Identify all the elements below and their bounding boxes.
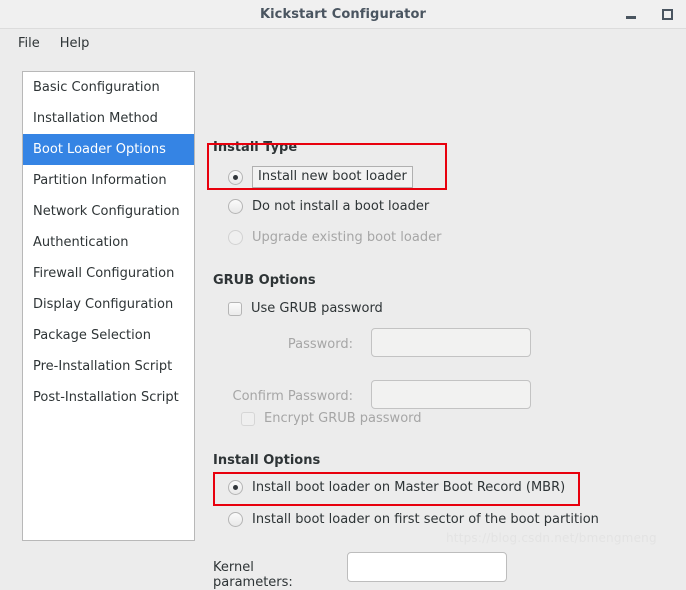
sidebar-item-post-installation-script[interactable]: Post-Installation Script	[23, 382, 194, 413]
radio-install-on-first-sector[interactable]: Install boot loader on first sector of t…	[228, 512, 599, 527]
maximize-button[interactable]	[658, 5, 676, 23]
password-field	[371, 328, 531, 357]
sidebar-item-display-configuration[interactable]: Display Configuration	[23, 289, 194, 320]
sidebar-item-boot-loader-options[interactable]: Boot Loader Options	[23, 134, 194, 165]
content-area: Basic Configuration Installation Method …	[0, 58, 686, 590]
radio-icon-unselected	[228, 512, 243, 527]
checkbox-icon-unchecked	[228, 301, 242, 316]
radio-install-new-boot-loader[interactable]: Install new boot loader	[228, 166, 413, 188]
radio-icon-selected	[228, 169, 243, 185]
minimize-button[interactable]	[622, 5, 640, 23]
kernel-parameters-label: Kernel parameters:	[213, 560, 293, 590]
checkbox-use-grub-password-label: Use GRUB password	[251, 301, 383, 316]
sidebar-item-pre-installation-script[interactable]: Pre-Installation Script	[23, 351, 194, 382]
radio-install-new-boot-loader-label: Install new boot loader	[252, 166, 413, 188]
menu-item-help[interactable]: Help	[52, 33, 98, 54]
confirm-password-field	[371, 380, 531, 409]
menubar: File Help	[0, 29, 686, 58]
sidebar-item-network-configuration[interactable]: Network Configuration	[23, 196, 194, 227]
checkbox-icon-disabled	[241, 411, 255, 426]
watermark-text: https://blog.csdn.net/bmengmeng	[446, 531, 657, 545]
sidebar-section-list[interactable]: Basic Configuration Installation Method …	[22, 71, 195, 541]
radio-do-not-install-boot-loader[interactable]: Do not install a boot loader	[228, 199, 429, 214]
sidebar-item-package-selection[interactable]: Package Selection	[23, 320, 194, 351]
radio-install-on-mbr[interactable]: Install boot loader on Master Boot Recor…	[228, 480, 565, 495]
confirm-password-label: Confirm Password:	[232, 389, 353, 404]
sidebar-item-authentication[interactable]: Authentication	[23, 227, 194, 258]
radio-upgrade-existing-boot-loader: Upgrade existing boot loader	[228, 230, 441, 245]
sidebar-item-basic-configuration[interactable]: Basic Configuration	[23, 72, 194, 103]
boot-loader-options-panel: Install Type Install new boot loader Do …	[213, 58, 683, 590]
menu-item-file[interactable]: File	[10, 33, 48, 54]
minimize-icon	[626, 15, 636, 19]
checkbox-encrypt-grub-password: Encrypt GRUB password	[241, 411, 422, 426]
radio-upgrade-existing-boot-loader-label: Upgrade existing boot loader	[252, 230, 442, 245]
sidebar-item-installation-method[interactable]: Installation Method	[23, 103, 194, 134]
maximize-icon	[661, 8, 673, 20]
window-title: Kickstart Configurator	[259, 6, 427, 22]
kernel-parameters-field[interactable]	[347, 552, 507, 582]
install-type-group-title: Install Type	[213, 140, 298, 155]
radio-icon-selected	[228, 480, 243, 495]
radio-icon-unselected	[228, 199, 243, 214]
radio-install-on-mbr-label: Install boot loader on Master Boot Recor…	[252, 480, 566, 495]
sidebar-item-firewall-configuration[interactable]: Firewall Configuration	[23, 258, 194, 289]
password-label: Password:	[287, 337, 353, 352]
sidebar-item-partition-information[interactable]: Partition Information	[23, 165, 194, 196]
checkbox-use-grub-password[interactable]: Use GRUB password	[228, 301, 383, 316]
radio-do-not-install-boot-loader-label: Do not install a boot loader	[252, 199, 430, 214]
window-titlebar: Kickstart Configurator	[0, 0, 686, 29]
radio-icon-disabled	[228, 230, 243, 245]
install-options-group-title: Install Options	[213, 453, 321, 468]
window-controls	[622, 0, 676, 28]
radio-install-on-first-sector-label: Install boot loader on first sector of t…	[252, 512, 599, 527]
grub-options-group-title: GRUB Options	[213, 273, 316, 288]
checkbox-encrypt-grub-password-label: Encrypt GRUB password	[264, 411, 422, 426]
